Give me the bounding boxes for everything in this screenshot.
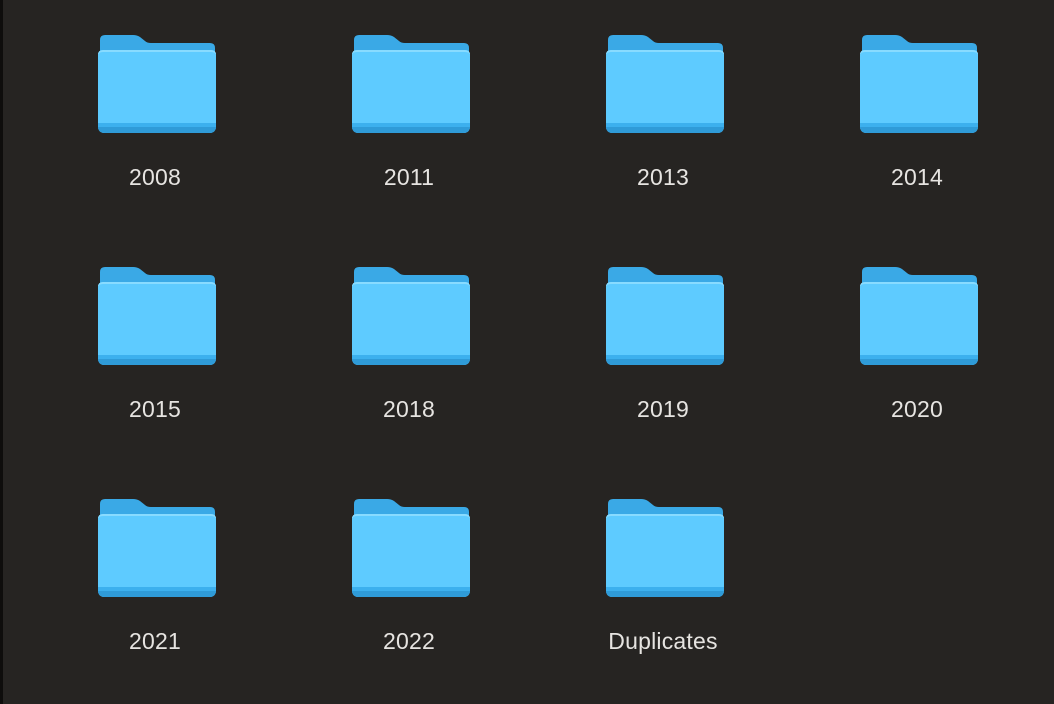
folder-icon [859,266,979,366]
folder-item[interactable]: 2015 [65,266,245,446]
folder-label: 2018 [383,396,435,422]
folder-label: 2014 [891,164,943,190]
folder-label: 2013 [637,164,689,190]
folder-label: 2019 [637,396,689,422]
folder-item[interactable]: 2020 [827,266,1007,446]
folder-item[interactable]: 2022 [319,498,499,678]
folder-item[interactable]: 2013 [573,34,753,214]
folder-label: 2022 [383,628,435,654]
folder-icon [97,34,217,134]
folder-label: 2021 [129,628,181,654]
folder-icon [97,498,217,598]
folder-icon [605,34,725,134]
folder-label: 2020 [891,396,943,422]
folder-label: 2008 [129,164,181,190]
folder-icon [351,266,471,366]
folder-item[interactable]: 2008 [65,34,245,214]
folder-item[interactable]: 2021 [65,498,245,678]
folder-icon [97,266,217,366]
folder-item[interactable]: 2011 [319,34,499,214]
folder-item[interactable]: 2014 [827,34,1007,214]
folder-icon [605,498,725,598]
folder-icon [351,498,471,598]
folder-grid: 2008 2011 2013 2014 2015 2018 2019 2020 … [3,0,1054,704]
folder-item[interactable]: 2019 [573,266,753,446]
folder-icon [605,266,725,366]
folder-item[interactable]: Duplicates [573,498,753,678]
folder-label: 2015 [129,396,181,422]
folder-label: 2011 [383,164,435,190]
folder-icon [859,34,979,134]
folder-item[interactable]: 2018 [319,266,499,446]
folder-label: Duplicates [608,628,718,654]
folder-icon [351,34,471,134]
